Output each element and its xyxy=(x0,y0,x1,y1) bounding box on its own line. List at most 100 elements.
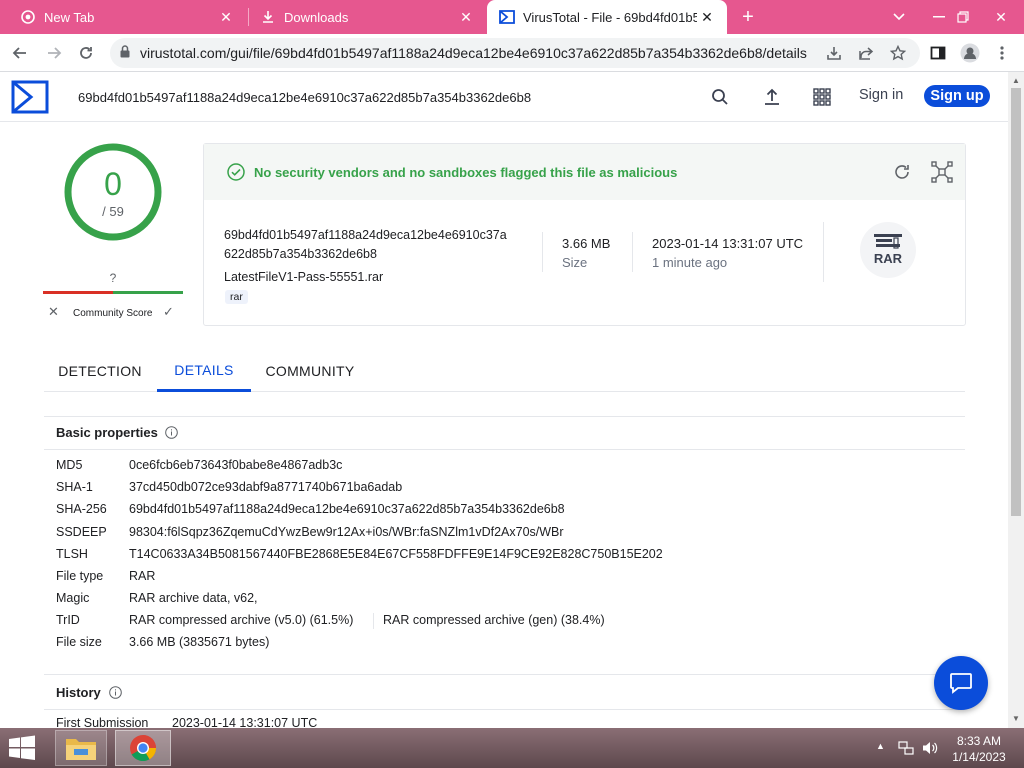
upvote-check-icon[interactable]: ✓ xyxy=(163,304,174,320)
kebab-menu-icon[interactable] xyxy=(988,39,1016,67)
property-value[interactable]: 98304:f6lSqpz36ZqemuCdYwzBew9r12Ax+i0s/W… xyxy=(129,525,564,539)
bookmark-star-icon[interactable] xyxy=(884,39,912,67)
tab-downloads[interactable]: Downloads ✕ xyxy=(240,0,486,34)
history-value: 2023-01-14 13:31:07 UTC xyxy=(172,716,318,728)
scroll-down-arrow-icon[interactable]: ▼ xyxy=(1012,714,1020,723)
property-value[interactable]: 37cd450db072ce93dabf9a8771740b671ba6adab xyxy=(129,480,402,494)
new-tab-button[interactable]: + xyxy=(731,0,765,34)
chat-bubble-icon xyxy=(949,672,973,694)
tray-overflow-icon[interactable]: ▲ xyxy=(876,741,885,751)
file-type-badge-label: RAR xyxy=(873,251,903,266)
file-summary-card: No security vendors and no sandboxes fla… xyxy=(203,143,966,326)
property-key: SHA-256 xyxy=(56,502,107,516)
search-icon[interactable] xyxy=(705,82,735,112)
reanalyze-icon[interactable] xyxy=(892,162,912,182)
url-text: virustotal.com/gui/file/69bd4fd01b5497af… xyxy=(140,45,807,61)
windows-start-icon[interactable] xyxy=(8,735,40,761)
divider xyxy=(542,232,543,272)
community-score-value: ? xyxy=(109,271,117,285)
property-key: SHA-1 xyxy=(56,480,93,494)
tab-virustotal[interactable]: VirusTotal - File - 69bd4fd01b549 ✕ xyxy=(487,0,727,34)
virustotal-logo-icon[interactable] xyxy=(11,80,49,114)
clock-date: 1/14/2023 xyxy=(952,750,1006,764)
analysis-ago: 1 minute ago xyxy=(652,255,728,270)
restore-icon[interactable] xyxy=(946,0,980,34)
tab-details[interactable]: DETAILS xyxy=(157,350,251,392)
share-icon[interactable] xyxy=(852,39,880,67)
property-key: TLSH xyxy=(56,547,88,561)
reload-icon[interactable] xyxy=(72,39,100,67)
property-key: File type xyxy=(56,569,104,583)
graph-view-icon[interactable] xyxy=(931,161,953,183)
property-key: SSDEEP xyxy=(56,525,107,539)
scrollbar-thumb[interactable] xyxy=(1011,88,1021,516)
divider xyxy=(373,613,374,629)
tab-detection[interactable]: DETECTION xyxy=(54,350,146,392)
property-key: TrID xyxy=(56,613,80,627)
detection-count: 0 xyxy=(104,166,122,202)
archive-icon xyxy=(874,234,902,250)
property-key: Magic xyxy=(56,591,90,605)
property-value: RAR archive data, v62, xyxy=(129,591,258,605)
history-title: History xyxy=(56,685,101,700)
history-header: History xyxy=(44,674,965,710)
window-close-icon[interactable]: ✕ xyxy=(984,0,1018,34)
sign-in-link[interactable]: Sign in xyxy=(859,87,903,103)
file-explorer-taskbar-button[interactable] xyxy=(55,730,107,766)
verdict-text: No security vendors and no sandboxes fla… xyxy=(254,164,678,180)
property-value: 3.66 MB (3835671 bytes) xyxy=(129,635,270,649)
page-scrollbar[interactable]: ▲ ▼ xyxy=(1008,72,1024,728)
tab-community[interactable]: COMMUNITY xyxy=(264,350,356,392)
property-value[interactable]: T14C0633A34B5081567440FBE2868E5E84E67CF5… xyxy=(129,547,663,561)
file-size-label: Size xyxy=(562,255,588,270)
profile-avatar-icon[interactable] xyxy=(956,39,984,67)
community-score-label: Community Score xyxy=(73,308,153,319)
tab-title: Downloads xyxy=(284,9,349,25)
windows-taskbar: ▲ 8:33 AM 1/14/2023 xyxy=(0,728,1024,768)
chrome-taskbar-button[interactable] xyxy=(115,730,171,766)
sign-up-button[interactable]: Sign up xyxy=(924,85,990,107)
report-tabs: DETECTION DETAILS COMMUNITY xyxy=(44,350,965,392)
clock-time: 8:33 AM xyxy=(956,734,1002,748)
verdict-banner: No security vendors and no sandboxes fla… xyxy=(204,144,965,200)
chrome-icon xyxy=(20,9,36,25)
info-icon[interactable] xyxy=(165,426,178,439)
volume-icon[interactable] xyxy=(921,740,939,761)
property-value[interactable]: 69bd4fd01b5497af1188a24d9eca12be4e6910c3… xyxy=(129,502,565,516)
tab-title: VirusTotal - File - 69bd4fd01b549 xyxy=(523,9,697,25)
scroll-up-arrow-icon[interactable]: ▲ xyxy=(1012,76,1020,85)
address-bar[interactable]: virustotal.com/gui/file/69bd4fd01b5497af… xyxy=(110,38,920,68)
property-value: RAR xyxy=(129,569,156,583)
back-arrow-icon[interactable] xyxy=(6,39,34,67)
downvote-x-icon[interactable]: ✕ xyxy=(48,304,59,320)
file-type-tag[interactable]: rar xyxy=(225,290,248,304)
file-type-badge: RAR xyxy=(860,222,916,278)
divider xyxy=(823,222,824,282)
property-key: MD5 xyxy=(56,458,83,472)
info-icon[interactable] xyxy=(109,686,122,699)
tab-search-icon[interactable] xyxy=(882,0,916,34)
forward-arrow-icon[interactable] xyxy=(40,39,68,67)
upload-icon[interactable] xyxy=(757,82,787,112)
virustotal-icon xyxy=(499,9,515,25)
file-size-value: 3.66 MB xyxy=(562,236,611,251)
side-panel-icon[interactable] xyxy=(924,39,952,67)
analysis-date: 2023-01-14 13:31:07 UTC xyxy=(652,236,804,251)
chat-button[interactable] xyxy=(934,656,988,710)
close-icon[interactable]: ✕ xyxy=(456,9,476,26)
history-row-first-submission: First Submission 2023-01-14 13:31:07 UTC xyxy=(56,716,456,728)
network-icon[interactable] xyxy=(898,740,914,761)
file-search-input[interactable]: 69bd4fd01b5497af1188a24d9eca12be4e6910c3… xyxy=(62,72,695,122)
apps-grid-icon[interactable] xyxy=(807,82,837,112)
basic-properties-title: Basic properties xyxy=(56,425,158,440)
tab-new-tab[interactable]: New Tab ✕ xyxy=(0,0,246,34)
history-key: First Submission xyxy=(56,716,149,728)
close-icon[interactable]: ✕ xyxy=(216,9,236,26)
download-icon xyxy=(260,9,276,25)
property-value[interactable]: 0ce6fcb6eb73643f0babe8e4867adb3c xyxy=(129,458,342,472)
property-value-secondary: RAR compressed archive (gen) (38.4%) xyxy=(383,613,605,627)
taskbar-clock[interactable]: 8:33 AM 1/14/2023 xyxy=(945,733,1013,765)
browser-toolbar: virustotal.com/gui/file/69bd4fd01b5497af… xyxy=(0,34,1024,72)
install-app-icon[interactable] xyxy=(820,39,848,67)
close-icon[interactable]: ✕ xyxy=(697,9,717,26)
